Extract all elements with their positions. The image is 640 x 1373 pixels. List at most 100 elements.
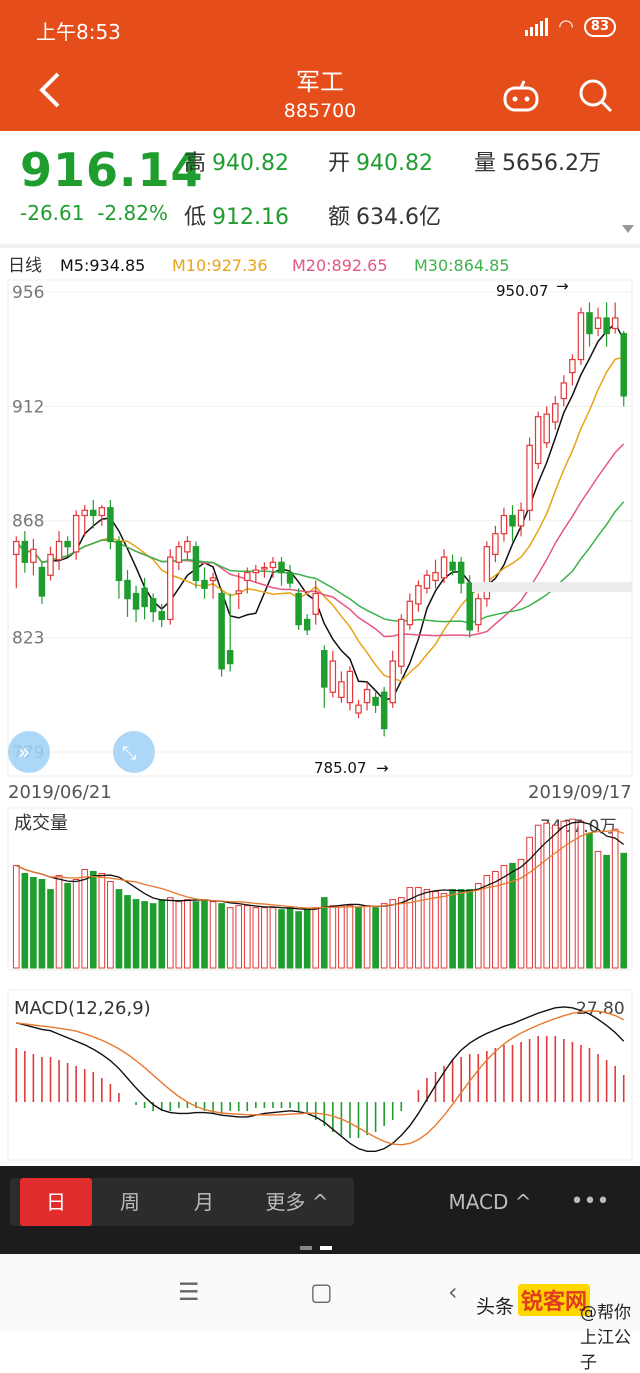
stock-charts[interactable]: 日线 M5:934.85 M10:927.36 M20:892.65 M30:8… <box>0 244 640 1166</box>
wifi-icon: ◠ <box>558 16 574 37</box>
volume-bar <box>89 870 97 969</box>
candle <box>389 650 396 708</box>
volume-bar <box>226 907 234 969</box>
max-price-annotation: 950.07 <box>496 282 549 300</box>
candle <box>278 557 285 586</box>
page-indicator <box>300 1246 332 1250</box>
candle-body <box>21 540 29 563</box>
chart-area[interactable]: 日线 M5:934.85 M10:927.36 M20:892.65 M30:8… <box>0 244 640 1166</box>
candle <box>329 650 337 698</box>
candle-body <box>167 556 174 621</box>
page-title: 军工 <box>296 68 344 96</box>
tab-day[interactable]: 日 <box>20 1178 92 1226</box>
x-start-date: 2019/06/21 <box>8 782 112 803</box>
open-stat: 开 940.82 <box>328 151 433 176</box>
tab-more[interactable]: 更多 ^ <box>244 1178 350 1226</box>
volume-bar <box>363 905 371 969</box>
volume-bar <box>235 905 243 969</box>
candle <box>201 567 208 599</box>
macd-dea-line <box>16 1010 625 1146</box>
candle-body <box>389 660 396 704</box>
legend-m10: M10:927.36 <box>172 256 268 275</box>
candle-body <box>611 317 619 329</box>
candle <box>475 593 482 633</box>
volume-bar <box>466 889 474 969</box>
max-arrow-icon: → <box>556 277 569 295</box>
candle <box>577 307 585 365</box>
candle <box>226 593 234 672</box>
candle-body <box>90 509 97 517</box>
volume-bar <box>500 864 508 969</box>
candle <box>235 572 242 610</box>
battery-indicator: 83 <box>583 16 616 37</box>
volume-bar <box>474 883 482 969</box>
robot-icon[interactable] <box>502 78 540 118</box>
menu-icon[interactable]: ☰ <box>178 1278 200 1306</box>
fullscreen-icon: ⤡ <box>122 743 136 764</box>
tab-week[interactable]: 周 <box>94 1178 166 1226</box>
volume-bar <box>372 907 379 969</box>
candle <box>423 570 431 594</box>
volume-bar <box>21 872 29 969</box>
volume-bar <box>355 907 362 969</box>
candle <box>509 505 516 542</box>
candle-body <box>158 611 165 621</box>
volume-bar <box>423 889 431 969</box>
candle <box>415 580 422 612</box>
candle-body <box>543 413 550 444</box>
candle-body <box>252 569 260 574</box>
volume-bar <box>184 899 191 969</box>
candle-body <box>517 509 525 527</box>
candle <box>586 302 593 347</box>
volume-bar <box>303 909 311 969</box>
volume-bar <box>243 905 251 969</box>
tab-month[interactable]: 月 <box>168 1178 240 1226</box>
search-icon[interactable] <box>578 78 614 118</box>
low-stat: 低 912.16 <box>184 205 289 230</box>
volume-bar <box>269 907 277 969</box>
signal-icon <box>525 17 549 36</box>
candle-body <box>577 312 585 361</box>
candle <box>492 525 499 563</box>
candle-body <box>449 561 456 571</box>
candle-body <box>209 577 217 582</box>
candle <box>124 570 131 617</box>
candle-body <box>372 696 379 706</box>
candle <box>132 585 140 623</box>
volume-bar <box>415 887 422 969</box>
volume-bar <box>312 907 320 969</box>
expand-chevron-icon[interactable] <box>622 225 634 233</box>
volume-bar <box>338 905 345 969</box>
candle <box>457 557 465 594</box>
candle <box>175 541 183 571</box>
candle <box>432 559 439 589</box>
candle <box>500 507 508 542</box>
candle-body <box>13 540 20 556</box>
candle-body <box>355 704 362 714</box>
fullscreen-button[interactable]: ⤡ <box>113 731 155 773</box>
fast-forward-button[interactable]: » <box>8 731 50 773</box>
min-price-annotation: 785.07 <box>314 759 367 777</box>
candle <box>346 666 354 711</box>
candle <box>312 580 319 625</box>
indicator-selector[interactable]: MACD ^ <box>430 1178 550 1226</box>
x-end-date: 2019/09/17 <box>528 782 632 803</box>
volume-bar <box>586 832 593 969</box>
volume-bar <box>175 901 183 969</box>
volume-bar <box>124 895 131 969</box>
volume-bar <box>149 903 157 969</box>
candle <box>552 395 559 430</box>
back-nav-icon[interactable]: ‹ <box>448 1278 458 1306</box>
volume-bar <box>55 874 63 969</box>
more-options-icon[interactable]: ••• <box>560 1178 620 1226</box>
candle-body <box>423 574 431 589</box>
candle-body <box>321 650 328 688</box>
candle-body <box>192 546 200 582</box>
volume-bar <box>397 897 405 969</box>
candle <box>269 557 277 578</box>
candle-body <box>603 317 610 335</box>
candle-body <box>107 507 114 543</box>
candle <box>611 302 619 334</box>
home-icon[interactable]: ▢ <box>310 1278 333 1306</box>
candle <box>286 564 294 589</box>
